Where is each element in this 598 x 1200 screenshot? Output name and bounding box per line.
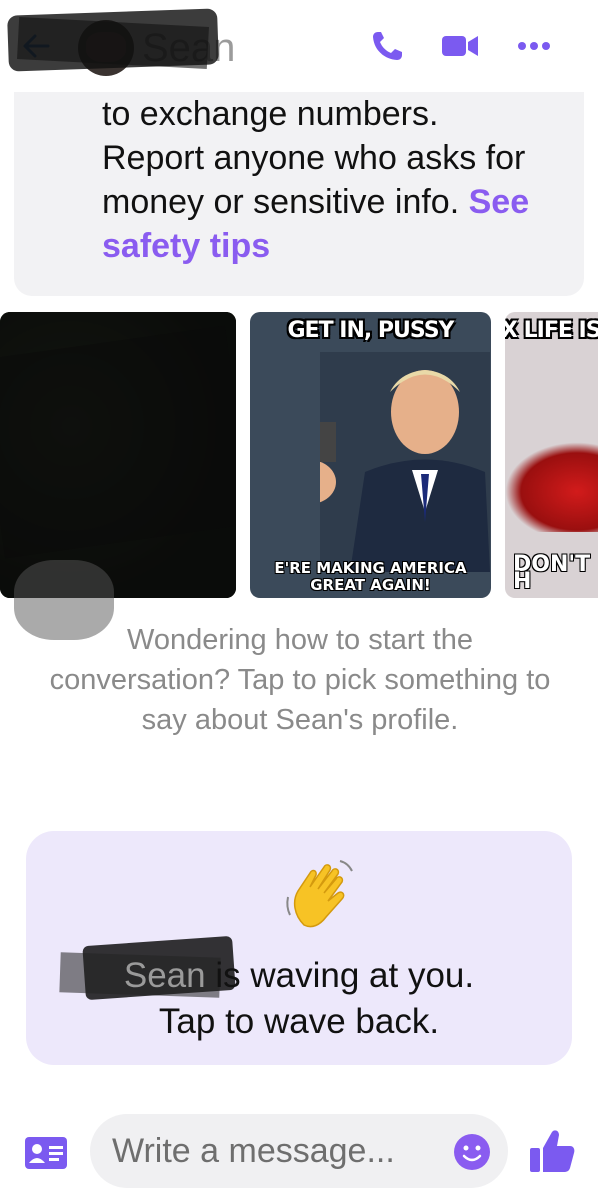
wave-message: Sean is waving at you. Tap to wave back. bbox=[26, 953, 572, 1045]
smiley-face-icon bbox=[454, 1134, 490, 1170]
safety-notice-text: to exchange numbers. Report anyone who a… bbox=[102, 92, 542, 268]
meme-person-illustration bbox=[320, 352, 490, 572]
conversation-starter-prompt[interactable]: Wondering how to start the conversation?… bbox=[40, 620, 560, 740]
contact-card-icon bbox=[25, 1137, 67, 1169]
video-call-button[interactable] bbox=[440, 28, 480, 64]
message-composer bbox=[0, 1100, 598, 1200]
redaction-scribble bbox=[0, 325, 236, 559]
waving-hand-icon bbox=[286, 860, 353, 928]
meme-top-caption: GET IN, PUSSY bbox=[287, 318, 455, 343]
contact-card-button[interactable] bbox=[24, 1136, 68, 1170]
profile-photo-3[interactable]: X LIFE IS DON'T H bbox=[505, 312, 598, 598]
safety-message: to exchange numbers. Report anyone who a… bbox=[102, 95, 526, 221]
voice-call-button[interactable] bbox=[368, 28, 408, 64]
profile-photo-2[interactable]: GET IN, PUSSY E'RE MAKING AMERICA GREAT … bbox=[250, 312, 491, 598]
meme-car-illustration bbox=[505, 442, 598, 532]
conversation-header: Sean bbox=[0, 0, 598, 92]
wave-sender-name: Sean bbox=[123, 956, 206, 995]
message-input[interactable] bbox=[90, 1114, 508, 1188]
meme-bottom-caption: E'RE MAKING AMERICA GREAT AGAIN! bbox=[274, 559, 467, 594]
thumbs-up-icon bbox=[530, 1130, 575, 1172]
video-camera-icon bbox=[442, 36, 478, 56]
profile-photo-1[interactable] bbox=[0, 312, 236, 598]
meme-bottom-caption: DON'T H bbox=[513, 552, 591, 594]
phone-icon bbox=[373, 32, 402, 60]
emoji-button[interactable] bbox=[452, 1132, 492, 1172]
contact-header[interactable]: Sean bbox=[7, 8, 235, 78]
more-dots-icon bbox=[518, 42, 550, 50]
like-button[interactable] bbox=[528, 1128, 576, 1174]
more-options-button[interactable] bbox=[514, 28, 554, 64]
safety-notice-card: to exchange numbers. Report anyone who a… bbox=[14, 92, 584, 296]
wave-line-2: Tap to wave back. bbox=[158, 1002, 440, 1041]
wave-line-1-text: is waving at you. bbox=[215, 956, 475, 995]
wave-line-1: Sean is waving at you. bbox=[26, 953, 572, 999]
wave-card[interactable]: Sean is waving at you. Tap to wave back. bbox=[26, 831, 572, 1065]
meme-top-caption: X LIFE IS bbox=[505, 318, 598, 343]
